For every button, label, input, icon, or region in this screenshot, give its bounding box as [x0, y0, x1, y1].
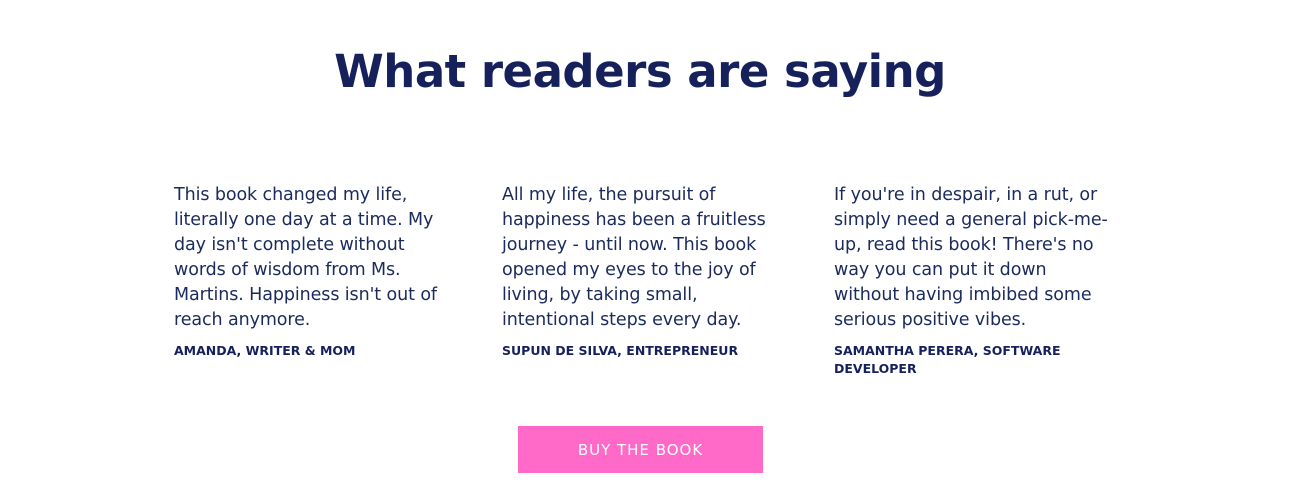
testimonial-card: This book changed my life, literally one… — [174, 183, 450, 360]
testimonial-quote: This book changed my life, literally one… — [174, 185, 437, 330]
section-title: What readers are saying — [334, 45, 946, 98]
buy-the-book-button[interactable]: BUY THE BOOK — [518, 426, 763, 473]
testimonial-quote: All my life, the pursuit of happiness ha… — [502, 185, 766, 330]
testimonial-quote: If you're in despair, in a rut, or simpl… — [834, 185, 1108, 330]
testimonial-card: All my life, the pursuit of happiness ha… — [502, 183, 788, 360]
testimonials-section: What readers are saying This book change… — [0, 0, 1300, 500]
testimonial-author: SAMANTHA PERERA, SOFTWARE DEVELOPER — [834, 343, 1061, 376]
testimonial-author: SUPUN DE SILVA, ENTREPRENEUR — [502, 343, 739, 358]
testimonial-author: AMANDA, WRITER & MOM — [174, 343, 356, 358]
testimonial-card: If you're in despair, in a rut, or simpl… — [834, 183, 1116, 378]
